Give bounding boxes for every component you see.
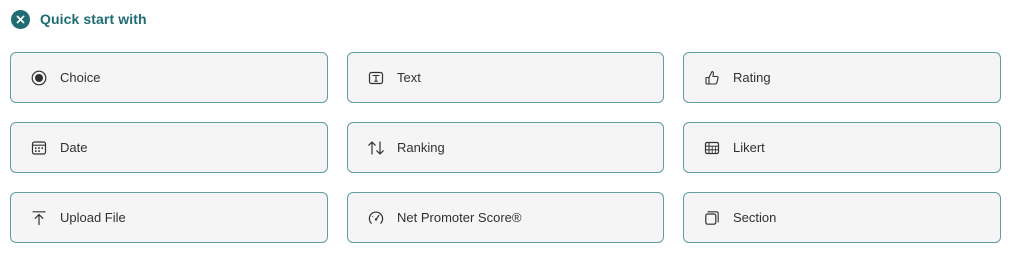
upload-file-option-button[interactable]: Upload File <box>10 192 328 243</box>
gauge-icon <box>367 209 385 227</box>
text-box-icon <box>367 69 385 87</box>
radio-button-icon <box>30 69 48 87</box>
rating-option-label: Rating <box>733 70 771 85</box>
date-option-label: Date <box>60 140 88 155</box>
close-circle-icon[interactable] <box>11 9 30 29</box>
net-promoter-score-option-button[interactable]: Net Promoter Score® <box>347 192 664 243</box>
date-option-button[interactable]: Date <box>10 122 328 173</box>
calendar-icon <box>30 139 48 157</box>
upload-icon <box>30 209 48 227</box>
thumbs-up-icon <box>703 69 721 87</box>
up-down-arrows-icon <box>367 139 385 157</box>
likert-option-button[interactable]: Likert <box>683 122 1001 173</box>
net-promoter-score-option-label: Net Promoter Score® <box>397 210 522 225</box>
question-type-grid: Choice Text Rating Date Ranking Likert U… <box>10 52 1001 243</box>
text-option-button[interactable]: Text <box>347 52 664 103</box>
section-icon <box>703 209 721 227</box>
choice-option-button[interactable]: Choice <box>10 52 328 103</box>
section-option-button[interactable]: Section <box>683 192 1001 243</box>
text-option-label: Text <box>397 70 421 85</box>
quick-start-title: Quick start with <box>40 11 147 27</box>
rating-option-button[interactable]: Rating <box>683 52 1001 103</box>
ranking-option-label: Ranking <box>397 140 445 155</box>
section-option-label: Section <box>733 210 777 225</box>
upload-file-option-label: Upload File <box>60 210 126 225</box>
ranking-option-button[interactable]: Ranking <box>347 122 664 173</box>
choice-option-label: Choice <box>60 70 101 85</box>
likert-option-label: Likert <box>733 140 765 155</box>
quick-start-header[interactable]: Quick start with <box>11 9 147 29</box>
likert-grid-icon <box>703 139 721 157</box>
